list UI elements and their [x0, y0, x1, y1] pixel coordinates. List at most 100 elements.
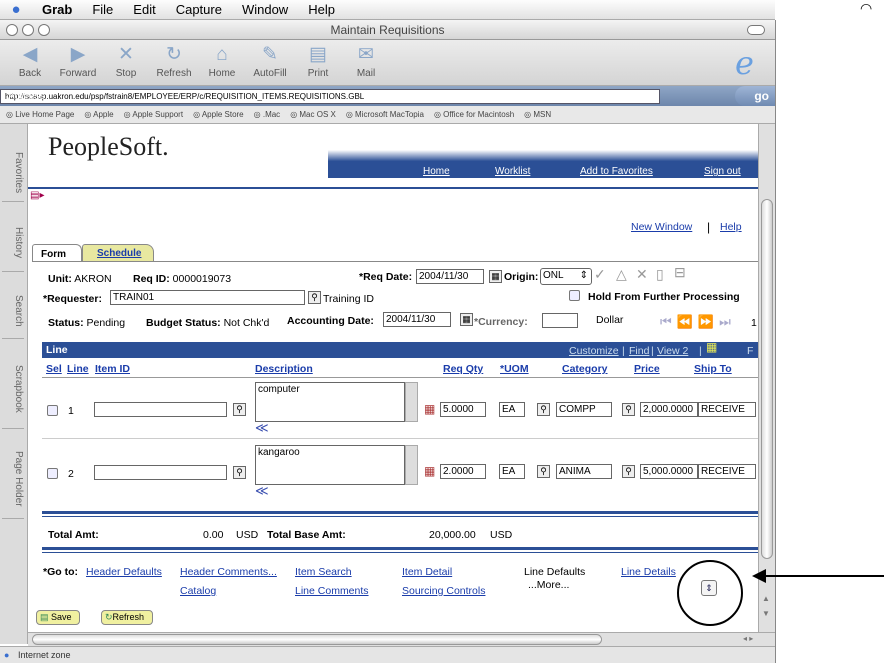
menu-capture[interactable]: Capture [166, 2, 232, 17]
scroll-down-icon[interactable]: ▼ [762, 609, 770, 618]
menu-toggle-icon[interactable]: ▤▸ [30, 190, 44, 201]
accounting-date-input[interactable]: 2004/11/30 [383, 312, 451, 327]
autofill-button[interactable]: ✎ AutoFill [246, 40, 294, 85]
row2-description-input[interactable]: kangaroo [255, 445, 405, 485]
menu-window[interactable]: Window [232, 2, 298, 17]
cancel-x-icon[interactable]: ✕ [636, 266, 648, 283]
fav-mac[interactable]: ◎ .Mac [254, 110, 291, 119]
row2-item-lookup-icon[interactable]: ⚲ [233, 466, 246, 479]
row2-uom-input[interactable]: EA [499, 464, 525, 479]
stop-button[interactable]: ✕ Stop [102, 40, 150, 85]
row1-category-input[interactable]: COMPP [556, 402, 612, 417]
new-window-link[interactable]: New Window [631, 221, 692, 233]
fav-apple-store[interactable]: ◎ Apple Store [193, 110, 254, 119]
fav-mac-os-x[interactable]: ◎ Mac OS X [290, 110, 346, 119]
row1-req-qty-input[interactable]: 5.0000 [440, 402, 486, 417]
menu-app-grab[interactable]: Grab [32, 2, 82, 17]
sidetab-favorites[interactable]: Favorites [2, 144, 24, 202]
view2-link[interactable]: View 2 [657, 345, 688, 357]
nav-add-favorites-link[interactable]: Add to Favorites [580, 166, 653, 177]
goto-header-comments[interactable]: Header Comments... [180, 566, 277, 578]
row2-description-scrollbar[interactable] [405, 445, 418, 485]
find-link[interactable]: Find [629, 345, 649, 357]
col-price[interactable]: Price [634, 363, 660, 375]
fav-live-home-page[interactable]: ◎ Live Home Page [6, 110, 84, 119]
row2-price-input[interactable]: 5,000.0000 [640, 464, 698, 479]
row1-category-lookup-icon[interactable]: ⚲ [622, 403, 635, 416]
col-req-qty[interactable]: Req Qty [443, 363, 483, 375]
sidetab-scrapbook[interactable]: Scrapbook [2, 349, 24, 429]
fav-microsoft-mactopia[interactable]: ◎ Microsoft MacTopia [346, 110, 434, 119]
currency-input[interactable] [542, 313, 578, 328]
horizontal-scrollbar[interactable]: ◂ ▸ [28, 632, 775, 646]
help-link[interactable]: Help [720, 221, 742, 233]
document-icon[interactable]: ⊟ [674, 264, 686, 281]
zoom-window-button[interactable] [38, 24, 50, 36]
customize-link[interactable]: Customize [569, 345, 619, 357]
sidetab-page-holder[interactable]: Page Holder [2, 439, 24, 519]
goto-line-comments[interactable]: Line Comments [295, 585, 369, 597]
triangle-icon[interactable]: △ [616, 266, 627, 283]
print-button[interactable]: ▤ Print [294, 40, 342, 85]
goto-line-details[interactable]: Line Details [621, 566, 676, 578]
row1-quantity-icon[interactable]: ▦ [424, 402, 435, 416]
mail-button[interactable]: ✉ Mail [342, 40, 390, 85]
row1-uom-input[interactable]: EA [499, 402, 525, 417]
col-line[interactable]: Line [67, 363, 89, 375]
requester-input[interactable]: TRAIN01 [110, 290, 305, 305]
goto-item-detail[interactable]: Item Detail [402, 566, 452, 578]
header-pagination-icons[interactable]: ⏮⏪⏩⏭ [660, 314, 736, 330]
origin-select[interactable]: ONL ⇕ [540, 268, 592, 285]
row2-category-input[interactable]: ANIMA [556, 464, 612, 479]
check-icon[interactable]: ✓ [594, 266, 606, 283]
grid-download-icon[interactable]: ▦ [706, 340, 717, 354]
sidetab-history[interactable]: History [2, 214, 24, 272]
fav-apple[interactable]: ◎ Apple [84, 110, 123, 119]
home-button[interactable]: ⌂ Home [198, 40, 246, 85]
scroll-up-icon[interactable]: ▲ [762, 594, 770, 603]
sidetab-search[interactable]: Search [2, 284, 24, 339]
goto-header-defaults[interactable]: Header Defaults [86, 566, 162, 578]
tab-form[interactable]: Form [32, 244, 82, 262]
col-sel[interactable]: Sel [46, 363, 62, 375]
menu-help[interactable]: Help [298, 2, 345, 17]
apple-menu-icon[interactable]: ● [0, 1, 32, 18]
go-button[interactable]: go [735, 86, 775, 106]
col-description[interactable]: Description [255, 363, 313, 375]
row2-quantity-icon[interactable]: ▦ [424, 464, 435, 478]
tab-schedule[interactable]: Schedule [82, 244, 154, 261]
horizontal-scroll-thumb[interactable] [32, 634, 602, 645]
row2-ship-to-input[interactable]: RECEIVE [698, 464, 756, 479]
req-date-input[interactable]: 2004/11/30 [416, 269, 484, 284]
row1-select-checkbox[interactable] [47, 405, 58, 416]
close-window-button[interactable] [6, 24, 18, 36]
fav-msn[interactable]: ◎ MSN [524, 110, 561, 119]
refresh-button[interactable]: ↻ Refresh [150, 40, 198, 85]
minimize-window-button[interactable] [22, 24, 34, 36]
vertical-scrollbar[interactable]: ▲ ▼ [758, 124, 775, 632]
refresh-page-button[interactable]: ↻Refresh [101, 610, 153, 625]
menu-edit[interactable]: Edit [123, 2, 165, 17]
toolbar-toggle-button[interactable] [747, 25, 765, 35]
trash-icon[interactable]: ▯ [656, 266, 664, 283]
row1-spellcheck-icon[interactable]: ≪ [255, 420, 269, 436]
calendar-icon[interactable]: ▦ [489, 270, 502, 283]
nav-worklist-link[interactable]: Worklist [495, 166, 530, 177]
row1-item-id-input[interactable] [94, 402, 227, 417]
col-ship-to[interactable]: Ship To [694, 363, 732, 375]
row2-category-lookup-icon[interactable]: ⚲ [622, 465, 635, 478]
row2-select-checkbox[interactable] [47, 468, 58, 479]
col-uom[interactable]: *UOM [500, 363, 529, 375]
nav-home-link[interactable]: Home [423, 166, 450, 177]
nav-signout-link[interactable]: Sign out [704, 166, 741, 177]
hold-checkbox[interactable] [569, 290, 580, 301]
row1-ship-to-input[interactable]: RECEIVE [698, 402, 756, 417]
vertical-scroll-thumb[interactable] [761, 199, 773, 559]
row1-uom-lookup-icon[interactable]: ⚲ [537, 403, 550, 416]
row1-description-input[interactable]: computer [255, 382, 405, 422]
back-button[interactable]: ◀ Back [6, 40, 54, 85]
address-input[interactable]: http://scaup.uakron.edu/psp/fstrain8/EMP… [0, 88, 660, 104]
accounting-calendar-icon[interactable]: ▦ [460, 313, 473, 326]
goto-item-search[interactable]: Item Search [295, 566, 352, 578]
col-category[interactable]: Category [562, 363, 608, 375]
